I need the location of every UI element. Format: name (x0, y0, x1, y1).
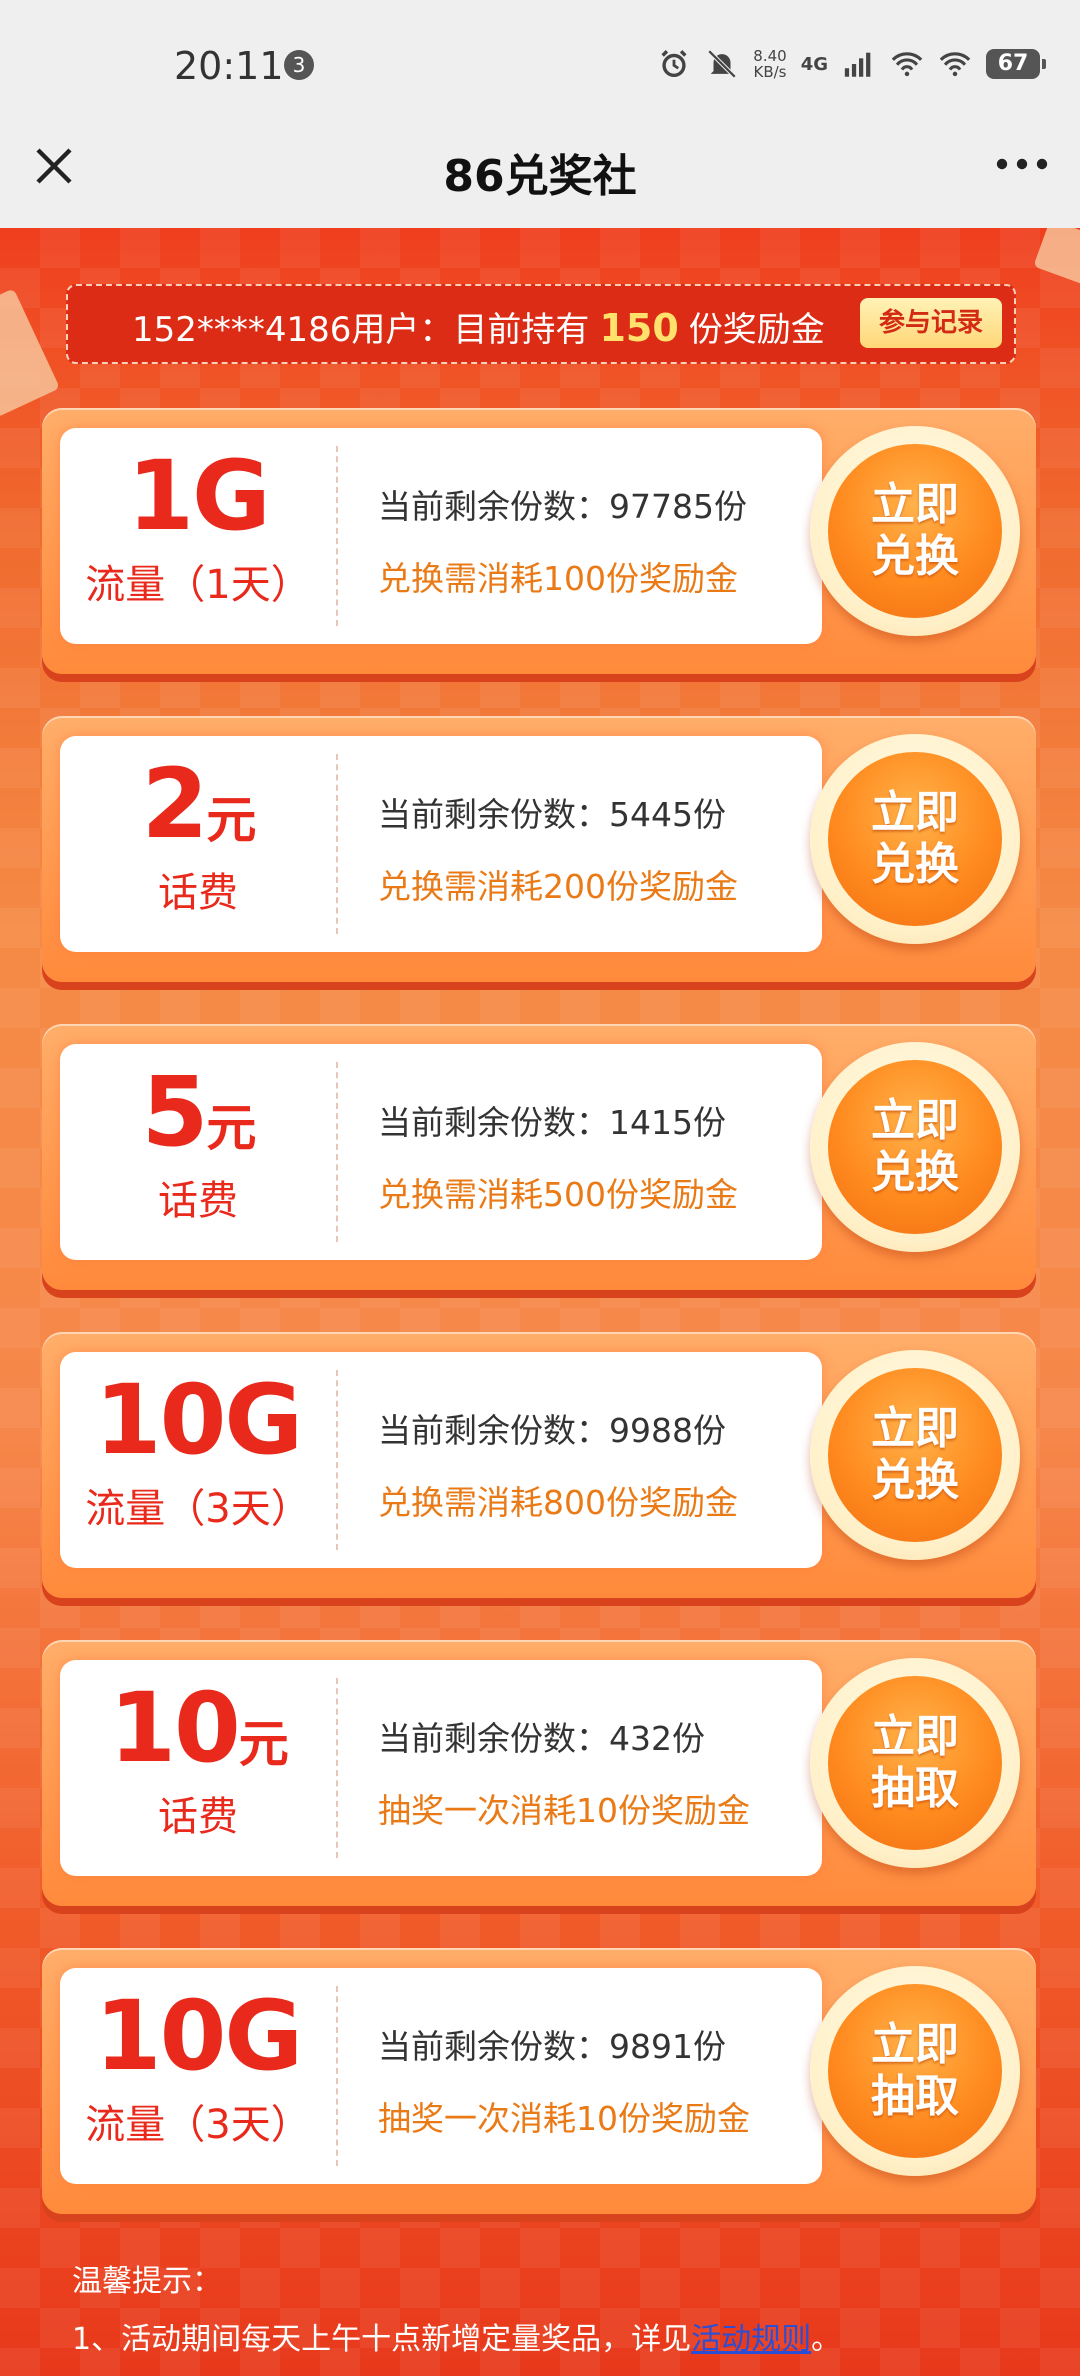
activity-rules-link[interactable]: 活动规则 (691, 2322, 811, 2357)
divider (336, 1986, 338, 2166)
network-speed: 8.40 KB/s (753, 48, 786, 80)
remaining-count: 当前剩余份数：5445份 (378, 795, 726, 834)
prize-card: 10G 流量（3天） 当前剩余份数：9891份 抽奖一次消耗10份奖励金 立即抽… (42, 1948, 1036, 2214)
button-label-line2: 兑换 (871, 839, 959, 890)
button-label-line1: 立即 (871, 1095, 959, 1146)
button-label-line2: 抽取 (871, 1763, 959, 1814)
prize-info: 5元 话费 当前剩余份数：1415份 兑换需消耗500份奖励金 (60, 1044, 822, 1260)
prize-amount: 10 (109, 1672, 241, 1784)
prize-amount: 2 (141, 748, 209, 860)
more-icon[interactable] (994, 144, 1050, 184)
redeem-button[interactable]: 立即 兑换 (810, 734, 1020, 944)
tips-line-1-text: 1、活动期间每天上午十点新增定量奖品，详见 (72, 2322, 692, 2357)
draw-button[interactable]: 立即 抽取 (810, 1658, 1020, 1868)
prize-value: 10G 流量（3天） (60, 1968, 336, 2184)
redeem-button[interactable]: 立即 兑换 (810, 1350, 1020, 1560)
remaining-count: 当前剩余份数：9988份 (378, 1411, 726, 1450)
prize-type: 流量（1天） (85, 562, 311, 608)
nav-bar: 86兑奖社 (0, 132, 1080, 228)
prize-amount: 10G (94, 1980, 303, 2092)
prize-info: 10元 话费 当前剩余份数：432份 抽奖一次消耗10份奖励金 (60, 1660, 822, 1876)
prize-card: 10元 话费 当前剩余份数：432份 抽奖一次消耗10份奖励金 立即 抽取 (42, 1640, 1036, 1906)
divider (336, 446, 338, 626)
tips-section: 温馨提示： 1、活动期间每天上午十点新增定量奖品，详见活动规则。 (72, 2256, 841, 2368)
prize-unit: 元 (206, 1099, 256, 1157)
wifi-icon (939, 52, 971, 77)
prize-amount: 5 (141, 1056, 209, 1168)
user-prefix: 152****4186用户：目前持有 (132, 310, 590, 350)
signal-icon (844, 52, 871, 77)
tips-line-1: 1、活动期间每天上午十点新增定量奖品，详见活动规则。 (72, 2314, 841, 2358)
prize-info: 2元 话费 当前剩余份数：5445份 兑换需消耗200份奖励金 (60, 736, 822, 952)
main-content: 152****4186用户：目前持有 150 份奖励金 参与记录 1G 流量（1天）… (0, 228, 1080, 2376)
prize-type: 话费 (158, 870, 238, 916)
prize-amount: 1G (127, 440, 271, 552)
button-label-line1: 立即 (871, 1403, 959, 1454)
button-label-line1: 立即 (871, 1711, 959, 1762)
prize-type: 话费 (158, 1178, 238, 1224)
participation-record-button[interactable]: 参与记录 (860, 298, 1002, 348)
cost-text: 抽奖一次消耗10份奖励金 (378, 2099, 750, 2138)
prize-card: 1G 流量（1天） 当前剩余份数：97785份 兑换需消耗100份奖励金 立即兑… (42, 408, 1036, 674)
battery-indicator: 67 (986, 49, 1046, 79)
button-label-line2: 兑换 (871, 1147, 959, 1198)
user-balance-banner: 152****4186用户：目前持有 150 份奖励金 参与记录 (66, 284, 1016, 364)
redeem-button[interactable]: 立即 兑换 (810, 1042, 1020, 1252)
prize-info: 10G 流量（3天） 当前剩余份数：9988份 兑换需消耗800份奖励金 (60, 1352, 822, 1568)
user-suffix: 份奖励金 (688, 310, 825, 350)
prize-card: 2元 话费 当前剩余份数：5445份 兑换需消耗200份奖励金 立即 兑换 (42, 716, 1036, 982)
button-label-line2: 抽取 (871, 2071, 959, 2122)
tips-line-1-end: 。 (811, 2322, 842, 2357)
network-type: 4G (800, 53, 828, 75)
prize-type: 话费 (158, 1794, 238, 1840)
redeem-button[interactable]: 立即 兑换 (810, 426, 1020, 636)
prize-value: 10G 流量（3天） (60, 1352, 336, 1568)
prize-type: 流量（3天） (85, 2102, 311, 2148)
remaining-count: 当前剩余份数：97785份 (378, 487, 747, 526)
prize-amount: 10G (94, 1364, 303, 1476)
cost-text: 兑换需消耗500份奖励金 (378, 1175, 738, 1214)
prize-value: 1G 流量（1天） (60, 428, 336, 644)
prize-info: 10G 流量（3天） 当前剩余份数：9891份 抽奖一次消耗10份奖励金 (60, 1968, 822, 2184)
status-icons: 8.40 KB/s 4G 67 (657, 44, 1046, 84)
notification-count-badge: 3 (284, 50, 314, 80)
cost-text: 兑换需消耗800份奖励金 (378, 1483, 738, 1522)
divider (336, 1062, 338, 1242)
speed-unit: KB/s (753, 63, 787, 81)
page-title: 86兑奖社 (443, 151, 637, 202)
remaining-count: 当前剩余份数：1415份 (378, 1103, 726, 1142)
cost-text: 抽奖一次消耗10份奖励金 (378, 1791, 750, 1830)
user-balance-text: 152****4186用户：目前持有 150 份奖励金 (132, 302, 825, 351)
divider (336, 754, 338, 934)
status-bar: 20:11 3 8.40 KB/s 4G 67 (0, 0, 1080, 132)
tips-title: 温馨提示： (72, 2264, 222, 2299)
alarm-icon (661, 50, 687, 78)
prize-card: 5元 话费 当前剩余份数：1415份 兑换需消耗500份奖励金 立即 兑换 (42, 1024, 1036, 1290)
speed-value: 8.40 (753, 47, 787, 65)
mute-bell-icon (708, 49, 737, 79)
divider (336, 1678, 338, 1858)
draw-button[interactable]: 立即 抽取 (810, 1966, 1020, 2176)
prize-value: 2元 话费 (60, 736, 336, 952)
button-label-line2: 兑换 (871, 1455, 959, 1506)
prize-unit: 元 (206, 791, 256, 849)
prize-unit: 元 (238, 1715, 289, 1773)
reward-count: 150 (599, 306, 679, 350)
wifi-plus-icon (891, 52, 923, 77)
prize-value: 5元 话费 (60, 1044, 336, 1260)
cost-text: 兑换需消耗200份奖励金 (378, 867, 738, 906)
button-label-line2: 兑换 (871, 531, 959, 582)
prize-value: 10元 话费 (60, 1660, 336, 1876)
button-label-line1: 立即 (871, 2019, 959, 2070)
prize-type: 流量（3天） (85, 1486, 311, 1532)
button-label-line1: 立即 (871, 787, 959, 838)
divider (336, 1370, 338, 1550)
button-label-line1: 立即 (871, 479, 959, 530)
remaining-count: 当前剩余份数：9891份 (378, 2027, 726, 2066)
status-time: 20:11 (174, 44, 284, 88)
remaining-count: 当前剩余份数：432份 (378, 1719, 705, 1758)
prize-card: 10G 流量（3天） 当前剩余份数：9988份 兑换需消耗800份奖励金 立即兑… (42, 1332, 1036, 1598)
cost-text: 兑换需消耗100份奖励金 (378, 559, 738, 598)
prize-info: 1G 流量（1天） 当前剩余份数：97785份 兑换需消耗100份奖励金 (60, 428, 822, 644)
